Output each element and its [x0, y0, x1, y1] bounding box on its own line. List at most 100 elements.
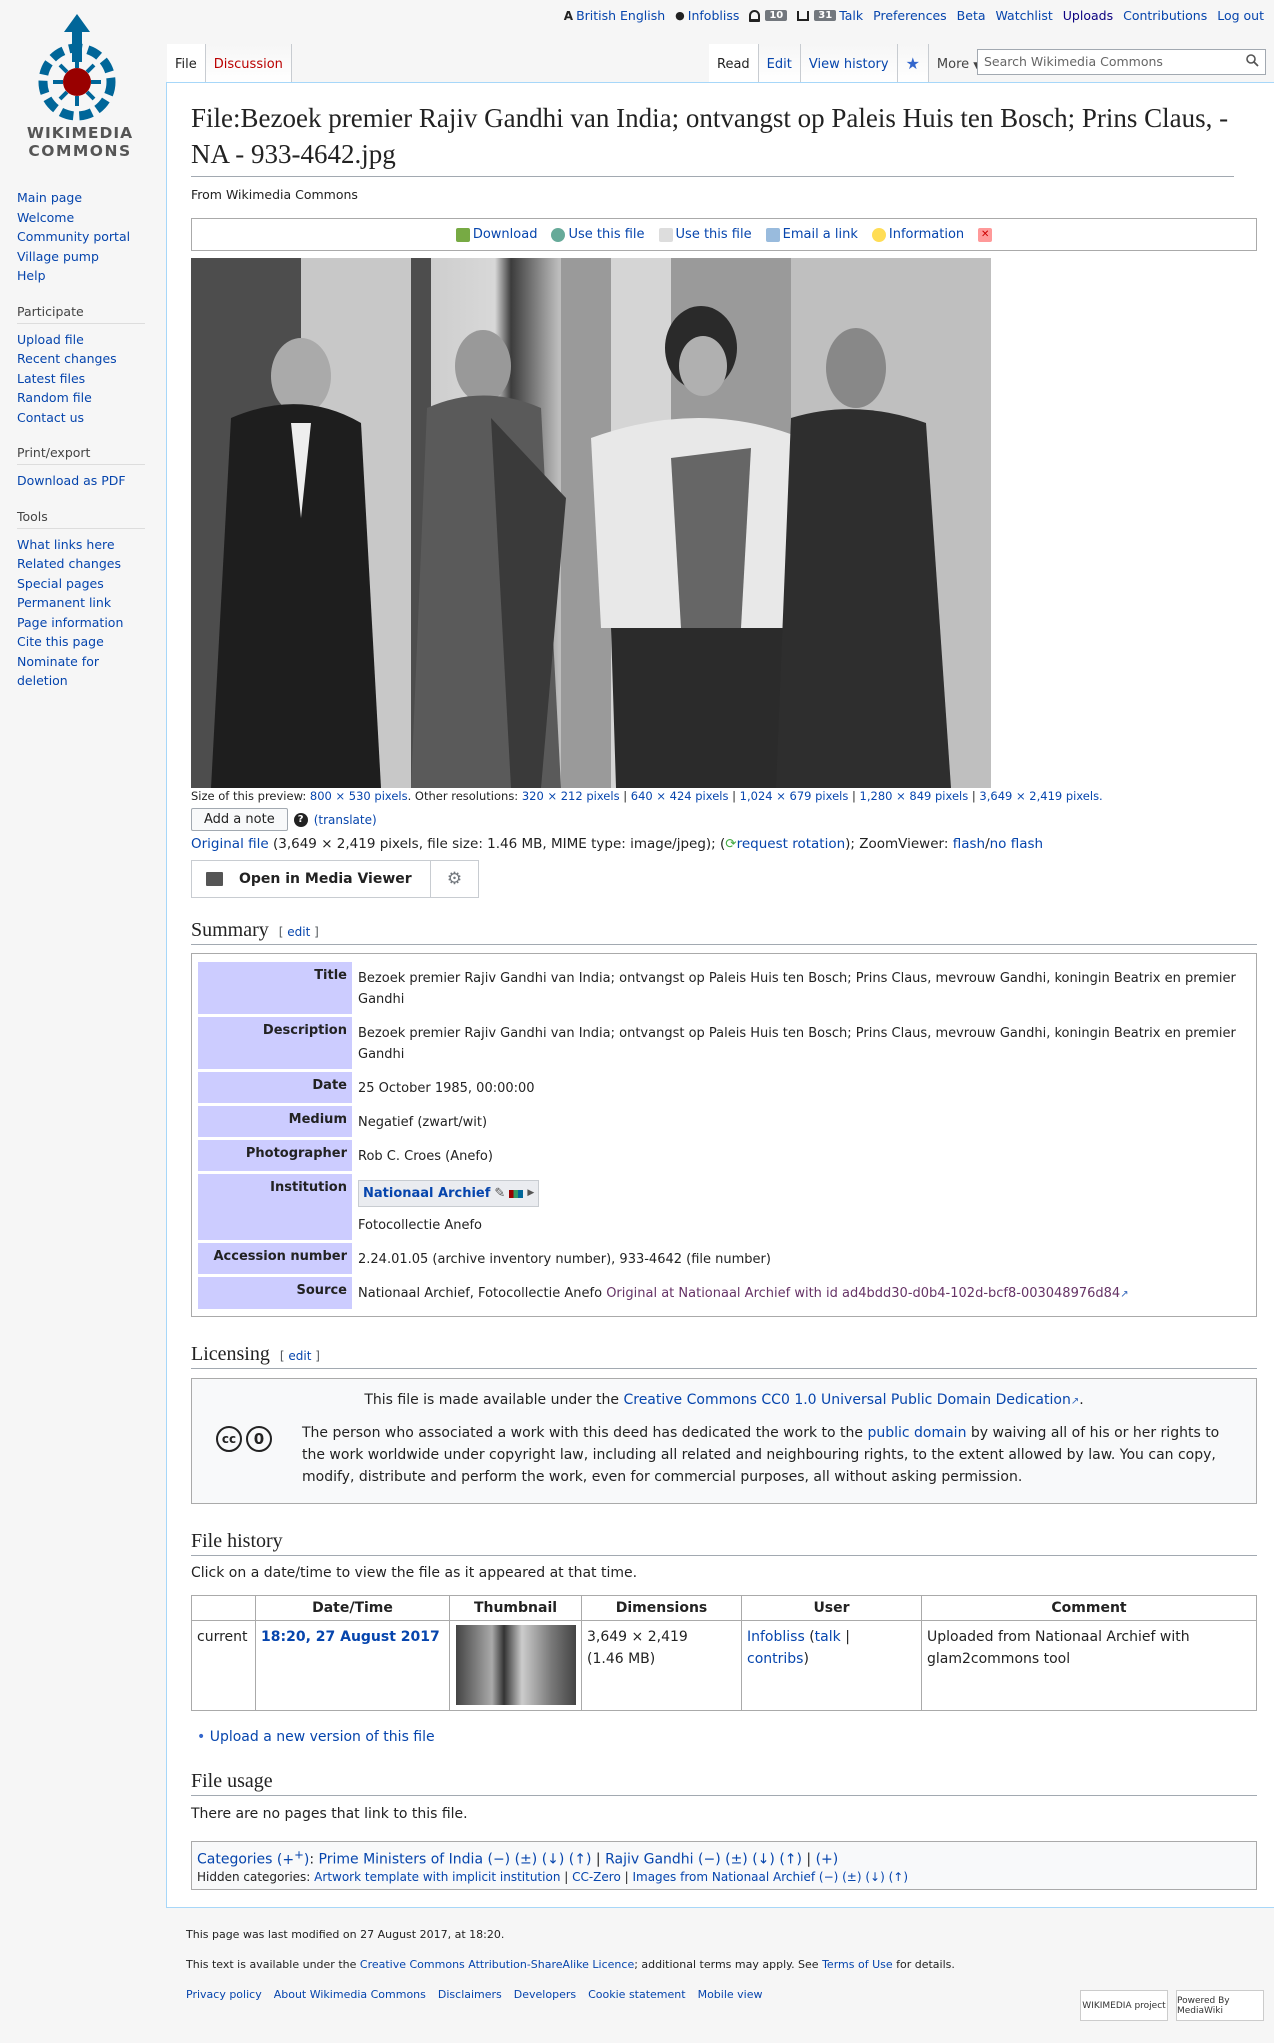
file-preview-image[interactable] — [191, 258, 991, 788]
sidebar-item-contact-us[interactable]: Contact us — [17, 408, 147, 428]
use-file-wiki-tool[interactable]: Use this file — [658, 227, 752, 242]
expand-arrow-icon[interactable]: ▶ — [527, 1183, 534, 1204]
add-category-button[interactable]: (++) — [277, 1847, 309, 1868]
notices-button[interactable]: 31 Talk — [797, 8, 863, 23]
category-controls[interactable]: (−) (±) (↓) (↑) — [487, 1852, 591, 1868]
alerts-button[interactable]: 10 — [749, 9, 788, 22]
footer-license-link[interactable]: Creative Commons Attribution-ShareAlike … — [360, 1958, 634, 1971]
footer-disclaimers-link[interactable]: Disclaimers — [438, 1988, 502, 2001]
sidebar-item-random-file[interactable]: Random file — [17, 388, 147, 408]
preferences-link[interactable]: Preferences — [873, 8, 947, 23]
sidebar-item-related-changes[interactable]: Related changes — [17, 554, 147, 574]
resolution-link[interactable]: 1,280 × 849 pixels — [860, 789, 969, 803]
sidebar-item-upload-file[interactable]: Upload file — [17, 330, 147, 350]
wikimedia-commons-logo[interactable]: WIKIMEDIA COMMONS — [20, 4, 140, 160]
talk-link[interactable]: Talk — [839, 8, 863, 23]
categories-link[interactable]: Categories — [197, 1852, 272, 1868]
search-icon[interactable] — [1246, 54, 1259, 67]
close-icon[interactable]: ✕ — [978, 227, 993, 242]
add-category-plus[interactable]: (+) — [816, 1852, 839, 1868]
watch-star-icon[interactable]: ★ — [897, 44, 929, 82]
sidebar-item-page-information[interactable]: Page information — [17, 613, 147, 633]
cc0-link[interactable]: Creative Commons CC0 1.0 Universal Publi… — [623, 1392, 1070, 1408]
sidebar-item-help[interactable]: Help — [17, 266, 147, 286]
globe-icon — [551, 227, 566, 242]
open-media-viewer-button[interactable]: Open in Media Viewer — [191, 860, 431, 898]
sidebar-item-recent-changes[interactable]: Recent changes — [17, 349, 147, 369]
table-header: Date/Time Thumbnail Dimensions User Comm… — [191, 1595, 1257, 1621]
download-tool[interactable]: Download — [455, 227, 537, 242]
category-controls[interactable]: (−) (±) (↓) (↑) — [698, 1852, 802, 1868]
tab-edit[interactable]: Edit — [758, 44, 801, 82]
uploader-contribs-link[interactable]: contribs — [747, 1651, 803, 1667]
source-external-link[interactable]: Original at Nationaal Archief with id ad… — [606, 1286, 1120, 1301]
add-note-button[interactable]: Add a note — [191, 808, 288, 831]
information-tool[interactable]: Information — [871, 227, 964, 242]
use-file-web-tool[interactable]: Use this file — [551, 227, 645, 242]
sidebar-item-nominate-deletion[interactable]: Nominate for deletion — [17, 652, 147, 691]
original-file-link[interactable]: Original file — [191, 836, 269, 852]
translate-link[interactable]: (translate) — [314, 813, 377, 827]
footer-icons: WIKIMEDIA project Powered By MediaWiki — [1080, 1990, 1264, 2021]
resolution-link[interactable]: 1,024 × 679 pixels — [740, 789, 849, 803]
uploads-link[interactable]: Uploads — [1063, 8, 1113, 23]
footer-links: Privacy policy About Wikimedia Commons D… — [186, 1988, 955, 2001]
help-icon[interactable]: ? — [293, 812, 308, 827]
pencil-icon[interactable]: ✎ — [494, 1183, 505, 1204]
institution-box[interactable]: Nationaal Archief ✎ ▶ — [358, 1180, 540, 1207]
footer-about-link[interactable]: About Wikimedia Commons — [274, 1988, 426, 2001]
sidebar-item-latest-files[interactable]: Latest files — [17, 369, 147, 389]
category-prime-ministers[interactable]: Prime Ministers of India — [319, 1852, 483, 1868]
footer-privacy-link[interactable]: Privacy policy — [186, 1988, 262, 2001]
sidebar-item-main-page[interactable]: Main page — [17, 188, 147, 208]
sidebar-item-download-pdf[interactable]: Download as PDF — [17, 471, 147, 491]
resolution-link[interactable]: 640 × 424 pixels — [631, 789, 729, 803]
tab-discussion[interactable]: Discussion — [205, 44, 292, 82]
no-flash-link[interactable]: no flash — [990, 836, 1043, 852]
sidebar-item-what-links-here[interactable]: What links here — [17, 535, 147, 555]
email-link-tool[interactable]: Email a link — [765, 227, 858, 242]
beta-link[interactable]: Beta — [957, 8, 986, 23]
edit-licensing-link[interactable]: edit — [288, 1349, 311, 1363]
tab-read[interactable]: Read — [709, 44, 759, 82]
hidden-category-link[interactable]: Artwork template with implicit instituti… — [314, 1870, 560, 1884]
resolution-link[interactable]: 3,649 × 2,419 pixels. — [979, 789, 1102, 803]
sidebar-item-cite-page[interactable]: Cite this page — [17, 632, 147, 652]
wikidata-icon[interactable] — [509, 1189, 524, 1198]
edit-summary-link[interactable]: edit — [287, 925, 310, 939]
uploader-talk-link[interactable]: talk — [815, 1629, 841, 1645]
footer-developers-link[interactable]: Developers — [514, 1988, 576, 2001]
sidebar-item-special-pages[interactable]: Special pages — [17, 574, 147, 594]
public-domain-link[interactable]: public domain — [867, 1425, 966, 1441]
logout-link[interactable]: Log out — [1217, 8, 1264, 23]
request-rotation-link[interactable]: request rotation — [737, 836, 846, 852]
category-controls[interactable]: (−) (±) (↓) (↑) — [819, 1870, 908, 1884]
hidden-category-link[interactable]: Images from Nationaal Archief — [632, 1870, 815, 1884]
language-link[interactable]: A British English — [564, 8, 665, 23]
footer-cookie-link[interactable]: Cookie statement — [588, 1988, 685, 2001]
sidebar-item-community-portal[interactable]: Community portal — [17, 227, 147, 247]
mediawiki-icon[interactable]: Powered By MediaWiki — [1176, 1990, 1264, 2021]
upload-new-version-link[interactable]: Upload a new version of this file — [210, 1729, 435, 1745]
sidebar-item-permanent-link[interactable]: Permanent link — [17, 593, 147, 613]
tab-file[interactable]: File — [167, 44, 206, 82]
version-datetime-link[interactable]: 18:20, 27 August 2017 — [261, 1629, 440, 1645]
footer-mobile-view-link[interactable]: Mobile view — [698, 1988, 763, 2001]
sidebar-item-welcome[interactable]: Welcome — [17, 208, 147, 228]
sidebar-item-village-pump[interactable]: Village pump — [17, 247, 147, 267]
preview-size-link[interactable]: 800 × 530 pixels — [310, 789, 408, 803]
gear-icon[interactable]: ⚙ — [431, 860, 479, 898]
search-input[interactable]: Search Wikimedia Commons — [977, 49, 1266, 75]
contributions-link[interactable]: Contributions — [1123, 8, 1207, 23]
wikimedia-project-icon[interactable]: WIKIMEDIA project — [1080, 1990, 1168, 2021]
hidden-category-link[interactable]: CC-Zero — [572, 1870, 621, 1884]
user-link[interactable]: ● Infobliss — [675, 8, 739, 23]
watchlist-link[interactable]: Watchlist — [996, 8, 1053, 23]
flash-link[interactable]: flash — [953, 836, 985, 852]
uploader-link[interactable]: Infobliss — [747, 1629, 805, 1645]
tab-view-history[interactable]: View history — [800, 44, 898, 82]
resolution-link[interactable]: 320 × 212 pixels — [522, 789, 620, 803]
category-rajiv-gandhi[interactable]: Rajiv Gandhi — [605, 1852, 693, 1868]
footer-terms-link[interactable]: Terms of Use — [822, 1958, 893, 1971]
version-thumbnail[interactable] — [455, 1625, 576, 1705]
